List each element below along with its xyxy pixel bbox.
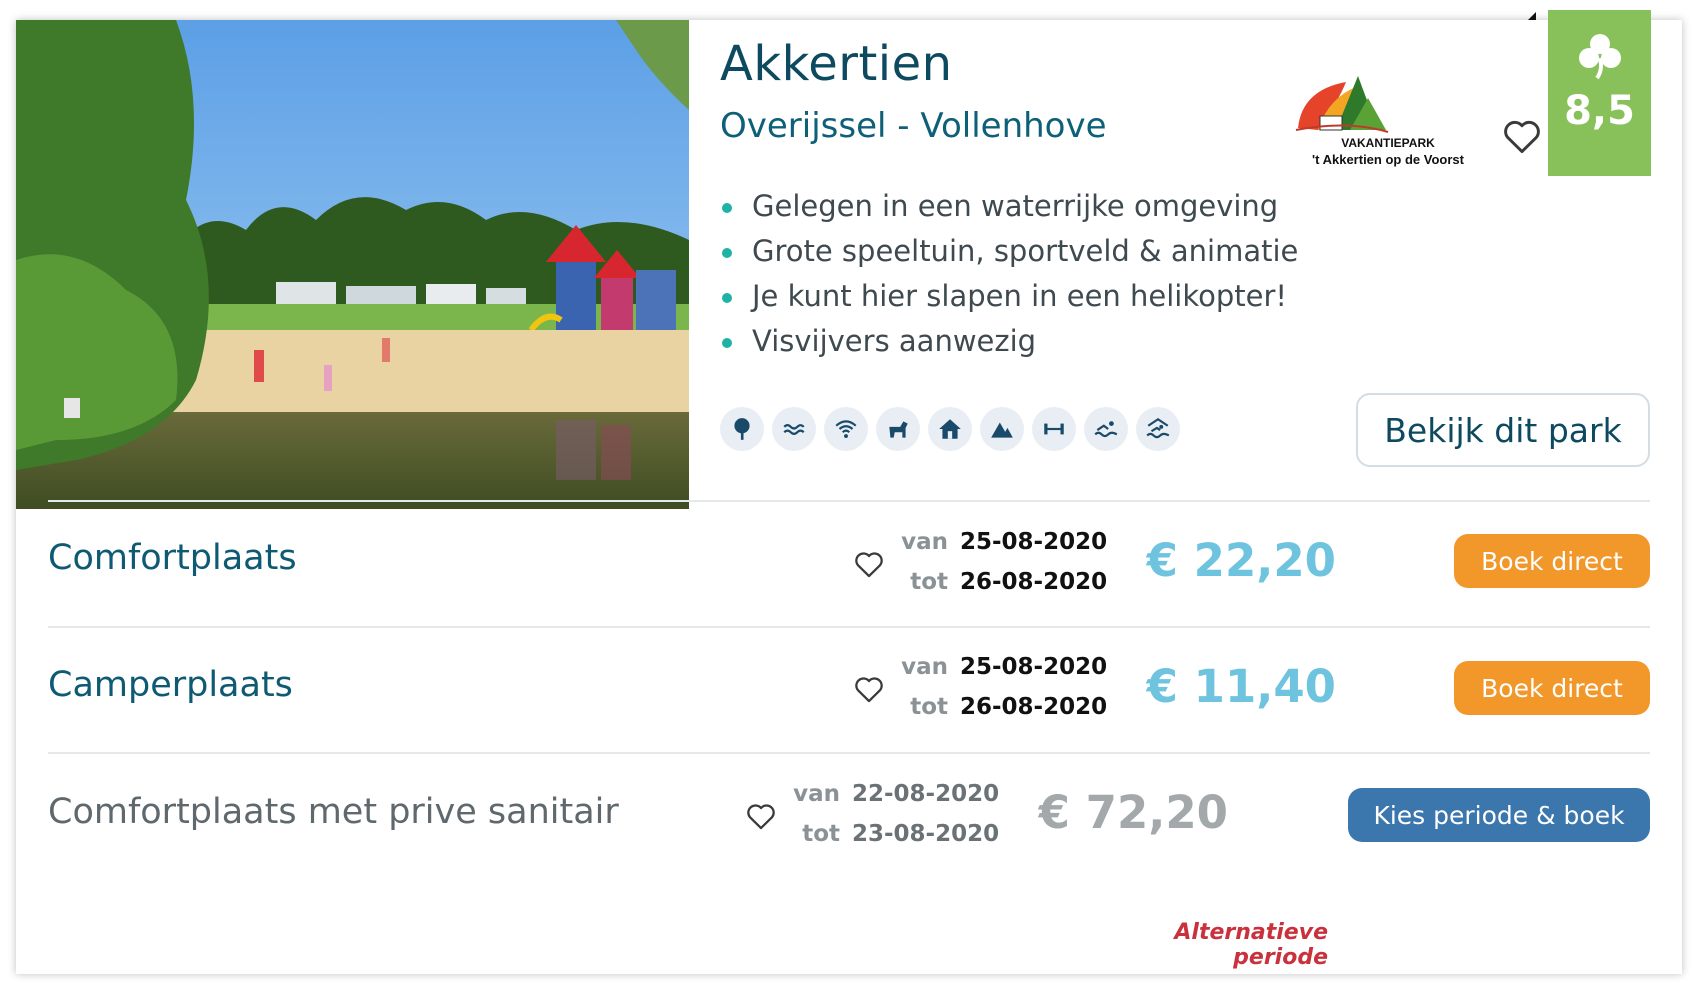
logo-line-2: 't Akkertien op de Voorst [1312,152,1464,167]
book-direct-button[interactable]: Boek direct [1454,661,1650,715]
offer-dates: van 22-08-2020 tot 23-08-2020 [788,774,999,854]
to-label: tot [910,694,948,720]
from-label: van [901,654,948,680]
offer-name[interactable]: Comfortplaats met prive sanitair [48,792,619,832]
to-date: 26-08-2020 [960,569,1108,595]
offer-price: € 22,20 [1146,534,1336,587]
usp-item: Gelegen in een waterrijke omgeving [720,184,1298,229]
from-date: 25-08-2020 [960,654,1108,680]
park-name[interactable]: Akkertien [720,36,953,92]
fitness-icon[interactable] [1032,407,1076,451]
house-icon[interactable] [928,407,972,451]
rating-badge: 8,5 [1548,10,1651,176]
from-date: 25-08-2020 [960,529,1108,555]
offer-name[interactable]: Camperplaats [48,665,293,705]
from-date: 22-08-2020 [852,781,1000,807]
usp-item: Grote speeltuin, sportveld & animatie [720,229,1298,274]
park-logo-graphic [1295,76,1389,133]
tent-icon[interactable] [980,407,1024,451]
offer-name[interactable]: Comfortplaats [48,538,297,578]
to-date: 26-08-2020 [960,694,1108,720]
divider [48,500,1650,502]
swimming-pool-icon[interactable] [1136,407,1180,451]
alternative-period-note: Alternatieve periode [1174,920,1328,970]
view-park-button[interactable]: Bekijk dit park [1356,393,1650,467]
logo-line-1: VAKANTIEPARK [1341,136,1435,150]
offer-dates: van 25-08-2020 tot 26-08-2020 [896,522,1107,602]
from-label: van [793,781,840,807]
water-icon[interactable] [772,407,816,451]
offer-price: € 72,20 [1038,786,1228,839]
book-direct-button[interactable]: Boek direct [1454,534,1650,588]
corner-marker [1528,12,1536,20]
dog-icon[interactable] [876,407,920,451]
favorite-offer-heart-icon[interactable] [852,547,888,581]
park-region: Overijssel - Vollenhove [720,106,1107,146]
to-label: tot [910,569,948,595]
usp-list: Gelegen in een waterrijke omgeving Grote… [720,184,1298,364]
rating-score: 8,5 [1564,88,1635,134]
choose-period-book-button[interactable]: Kies periode & boek [1348,788,1650,842]
swimming-icon[interactable] [1084,407,1128,451]
clover-icon [1579,34,1621,80]
park-card: Akkertien Overijssel - Vollenhove VAKANT… [16,10,1682,974]
to-label: tot [802,821,840,847]
favorite-offer-heart-icon[interactable] [744,799,780,833]
facility-icons [720,407,1180,451]
to-date: 23-08-2020 [852,821,1000,847]
usp-item: Je kunt hier slapen in een helikopter! [720,274,1298,319]
divider [48,626,1650,628]
favorite-offer-heart-icon[interactable] [852,672,888,706]
park-logo: VAKANTIEPARK 't Akkertien op de Voorst [1288,68,1488,178]
from-label: van [901,529,948,555]
divider [48,752,1650,754]
park-photo[interactable] [16,20,689,509]
wifi-icon[interactable] [824,407,868,451]
offer-price: € 11,40 [1146,660,1336,713]
usp-item: Visvijvers aanwezig [720,319,1298,364]
offer-dates: van 25-08-2020 tot 26-08-2020 [896,647,1107,727]
favorite-park-heart-icon[interactable] [1500,114,1544,158]
tree-icon[interactable] [720,407,764,451]
